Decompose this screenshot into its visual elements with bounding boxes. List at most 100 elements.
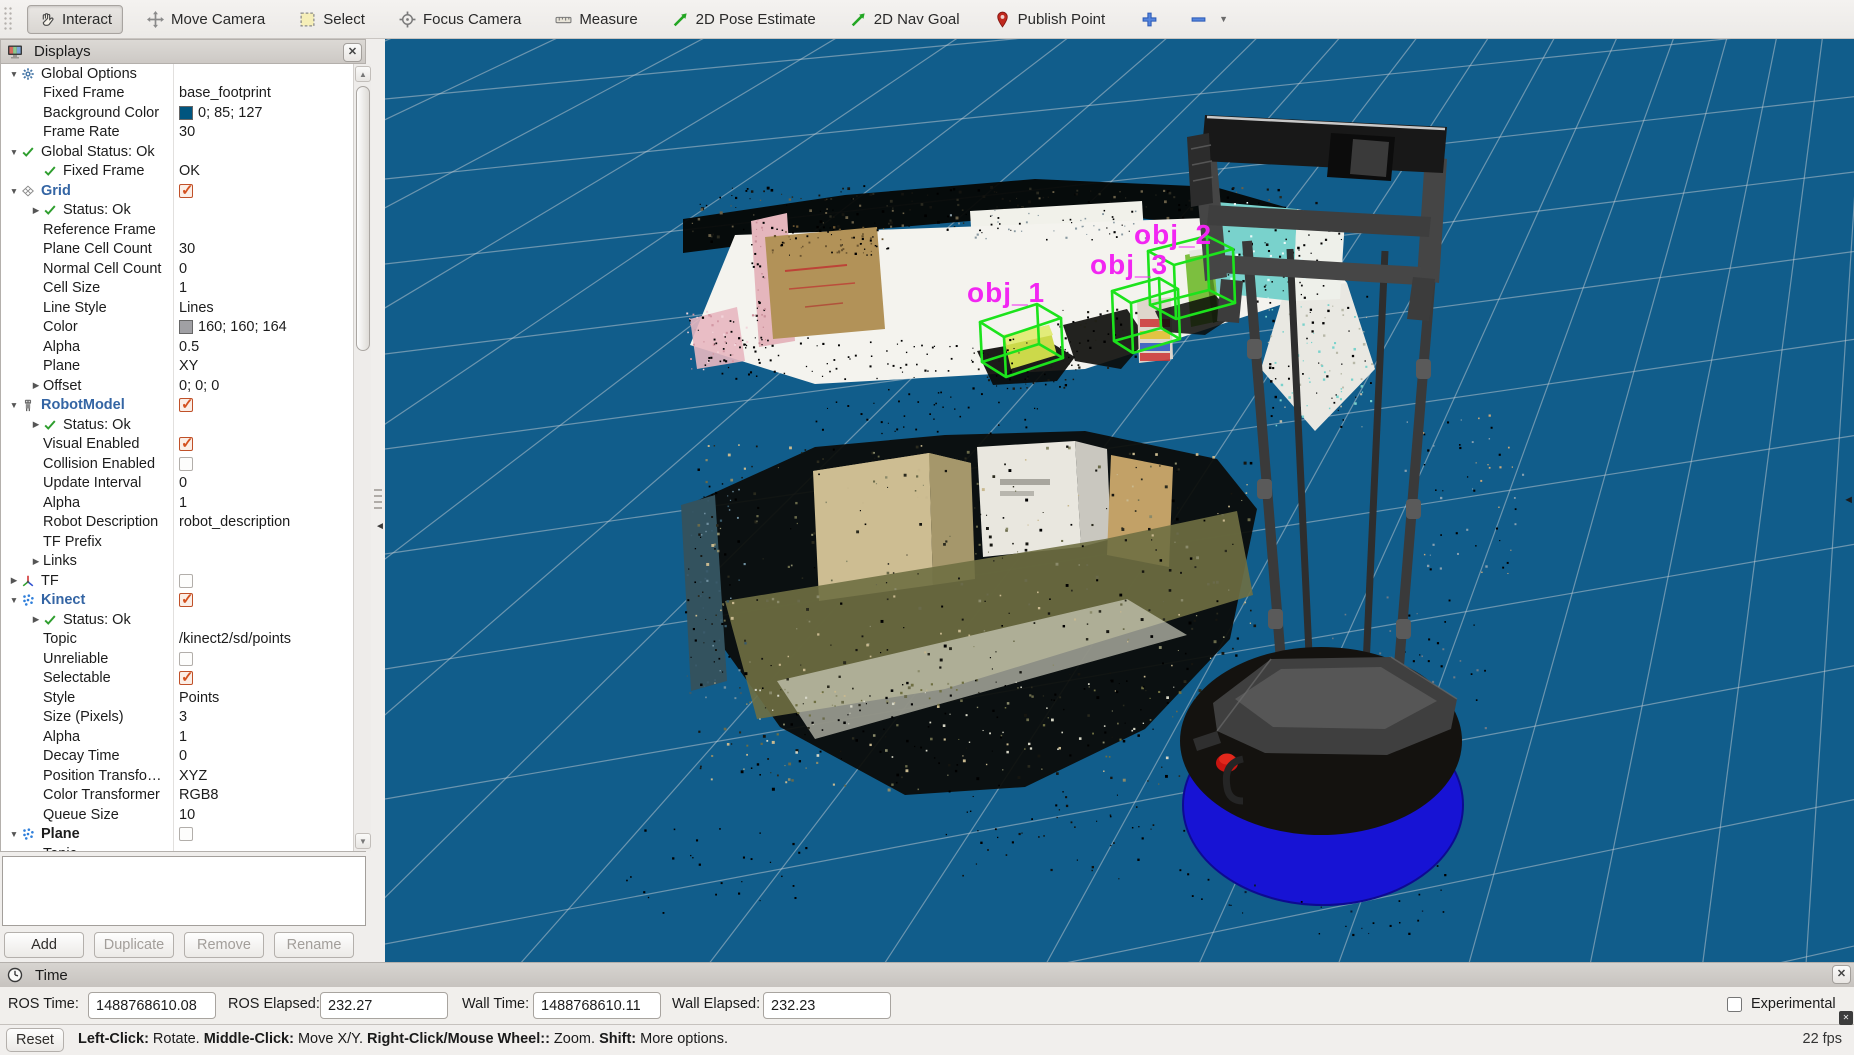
3d-scene[interactable]: obj_1 obj_2 obj_3 bbox=[385, 39, 1854, 962]
tree-row-color[interactable]: Color160; 160; 164 bbox=[1, 318, 347, 338]
property-value[interactable]: 0.5 bbox=[179, 339, 199, 355]
checkbox[interactable] bbox=[179, 827, 193, 841]
scroll-up-icon[interactable]: ▲ bbox=[355, 66, 371, 82]
tree-row-global-status-ok[interactable]: ▼Global Status: Ok bbox=[1, 142, 347, 162]
toolbar-button-measure[interactable]: Measure bbox=[545, 6, 647, 33]
expander-down-icon[interactable]: ▼ bbox=[7, 147, 21, 157]
property-value[interactable]: 0 bbox=[179, 748, 187, 764]
splitter-grip[interactable] bbox=[374, 489, 382, 511]
property-value[interactable]: 1 bbox=[179, 729, 187, 745]
tree-row-collision-enabled[interactable]: Collision Enabled bbox=[1, 454, 347, 474]
property-value[interactable]: Points bbox=[179, 690, 219, 706]
property-value[interactable]: 30 bbox=[179, 124, 195, 140]
property-value[interactable]: XYZ bbox=[179, 768, 207, 784]
tree-scrollbar[interactable]: ▲ ▼ bbox=[353, 64, 371, 851]
ros-time-input[interactable] bbox=[88, 992, 216, 1019]
tree-row-update-interval[interactable]: Update Interval0 bbox=[1, 474, 347, 494]
tree-row-color-transformer[interactable]: Color TransformerRGB8 bbox=[1, 786, 347, 806]
tree-row-size-pixels-[interactable]: Size (Pixels)3 bbox=[1, 708, 347, 728]
property-value[interactable]: RGB8 bbox=[179, 787, 219, 803]
property-value[interactable]: 3 bbox=[179, 709, 187, 725]
tree-row-tf[interactable]: ▶TF bbox=[1, 571, 347, 591]
expander-right-icon[interactable]: ▶ bbox=[29, 205, 43, 216]
checkbox[interactable] bbox=[179, 671, 193, 685]
wall-time-input[interactable] bbox=[533, 992, 661, 1019]
property-value[interactable]: 0; 85; 127 bbox=[198, 105, 263, 121]
property-value[interactable]: 30 bbox=[179, 241, 195, 257]
tree-row-selectable[interactable]: Selectable bbox=[1, 669, 347, 689]
tree-row-position-transfo-[interactable]: Position Transfo…XYZ bbox=[1, 766, 347, 786]
property-value[interactable]: 1 bbox=[179, 495, 187, 511]
wall-elapsed-input[interactable] bbox=[763, 992, 891, 1019]
property-value[interactable]: 0 bbox=[179, 475, 187, 491]
tree-row-unreliable[interactable]: Unreliable bbox=[1, 649, 347, 669]
expander-right-icon[interactable]: ▶ bbox=[29, 380, 43, 391]
toolbar-button-2d-pose-estimate[interactable]: 2D Pose Estimate bbox=[662, 6, 826, 33]
property-value[interactable]: 10 bbox=[179, 807, 195, 823]
reset-button[interactable]: Reset bbox=[6, 1028, 64, 1052]
expander-down-icon[interactable]: ▼ bbox=[7, 400, 21, 410]
tree-row-kinect[interactable]: ▼Kinect bbox=[1, 591, 347, 611]
panel-splitter[interactable]: ◄ bbox=[372, 39, 385, 962]
displays-panel-header[interactable]: Displays ✕ bbox=[0, 39, 366, 64]
tree-row-links[interactable]: ▶Links bbox=[1, 552, 347, 572]
expander-down-icon[interactable]: ▼ bbox=[7, 829, 21, 839]
expander-right-icon[interactable]: ▶ bbox=[29, 419, 43, 430]
tree-row-reference-frame[interactable]: Reference Frame bbox=[1, 220, 347, 240]
close-displays-icon[interactable]: ✕ bbox=[343, 43, 362, 62]
expander-down-icon[interactable]: ▼ bbox=[7, 595, 21, 605]
toolbar-button-move-camera[interactable]: Move Camera bbox=[137, 6, 275, 33]
scroll-down-icon[interactable]: ▼ bbox=[355, 833, 371, 849]
time-panel-header[interactable]: Time ✕ bbox=[0, 962, 1854, 987]
add-button[interactable]: Add bbox=[4, 932, 84, 958]
checkbox[interactable] bbox=[179, 574, 193, 588]
tree-row-status-ok[interactable]: ▶Status: Ok bbox=[1, 415, 347, 435]
expander-right-icon[interactable]: ▶ bbox=[7, 575, 21, 586]
checkbox[interactable] bbox=[179, 457, 193, 471]
expander-right-icon[interactable]: ▶ bbox=[29, 614, 43, 625]
tree-row-plane[interactable]: PlaneXY bbox=[1, 357, 347, 377]
statusbar-dock-icon[interactable]: ✕ bbox=[1839, 1011, 1853, 1025]
dropdown-arrow-icon[interactable]: ▼ bbox=[1219, 14, 1228, 24]
expander-down-icon[interactable]: ▼ bbox=[7, 186, 21, 196]
property-value[interactable]: base_footprint bbox=[179, 85, 271, 101]
toolbar-button-2d-nav-goal[interactable]: 2D Nav Goal bbox=[840, 6, 970, 33]
expander-down-icon[interactable]: ▼ bbox=[7, 69, 21, 79]
tree-row-alpha[interactable]: Alpha1 bbox=[1, 493, 347, 513]
toolbar-button-add-panel[interactable] bbox=[1135, 6, 1164, 33]
property-value[interactable]: 1 bbox=[179, 280, 187, 296]
close-time-panel-icon[interactable]: ✕ bbox=[1832, 965, 1851, 984]
property-value[interactable]: Lines bbox=[179, 300, 214, 316]
tree-row-normal-cell-count[interactable]: Normal Cell Count0 bbox=[1, 259, 347, 279]
property-value[interactable]: OK bbox=[179, 163, 200, 179]
tree-row-background-color[interactable]: Background Color0; 85; 127 bbox=[1, 103, 347, 123]
tree-row-visual-enabled[interactable]: Visual Enabled bbox=[1, 435, 347, 455]
tree-row-alpha[interactable]: Alpha0.5 bbox=[1, 337, 347, 357]
property-value[interactable]: /kinect2/sd/points bbox=[179, 631, 291, 647]
toolbar-button-select[interactable]: Select bbox=[289, 6, 375, 33]
tree-row-tf-prefix[interactable]: TF Prefix bbox=[1, 532, 347, 552]
checkbox[interactable] bbox=[179, 593, 193, 607]
tree-row-cell-size[interactable]: Cell Size1 bbox=[1, 279, 347, 299]
tree-row-plane-cell-count[interactable]: Plane Cell Count30 bbox=[1, 240, 347, 260]
3d-viewport[interactable]: obj_1 obj_2 obj_3 ◄ bbox=[385, 39, 1854, 962]
tree-row-topic[interactable]: Topic bbox=[1, 844, 347, 852]
tree-row-robotmodel[interactable]: ▼RobotModel bbox=[1, 396, 347, 416]
tree-row-plane[interactable]: ▼Plane bbox=[1, 825, 347, 845]
tree-row-frame-rate[interactable]: Frame Rate30 bbox=[1, 123, 347, 143]
tree-row-style[interactable]: StylePoints bbox=[1, 688, 347, 708]
tree-row-status-ok[interactable]: ▶Status: Ok bbox=[1, 610, 347, 630]
color-swatch[interactable] bbox=[179, 320, 193, 334]
toolbar-button-publish-point[interactable]: Publish Point bbox=[984, 6, 1116, 33]
property-value[interactable]: 160; 160; 164 bbox=[198, 319, 287, 335]
tree-row-queue-size[interactable]: Queue Size10 bbox=[1, 805, 347, 825]
tree-row-topic[interactable]: Topic/kinect2/sd/points bbox=[1, 630, 347, 650]
color-swatch[interactable] bbox=[179, 106, 193, 120]
tree-row-robot-description[interactable]: Robot Descriptionrobot_description bbox=[1, 513, 347, 533]
splitter-collapse-icon[interactable]: ◄ bbox=[375, 521, 385, 532]
tree-row-grid[interactable]: ▼Grid bbox=[1, 181, 347, 201]
property-value[interactable]: XY bbox=[179, 358, 198, 374]
toolbar-button-focus-camera[interactable]: Focus Camera bbox=[389, 6, 531, 33]
tree-row-fixed-frame[interactable]: Fixed FrameOK bbox=[1, 162, 347, 182]
scrollbar-thumb[interactable] bbox=[356, 86, 370, 351]
